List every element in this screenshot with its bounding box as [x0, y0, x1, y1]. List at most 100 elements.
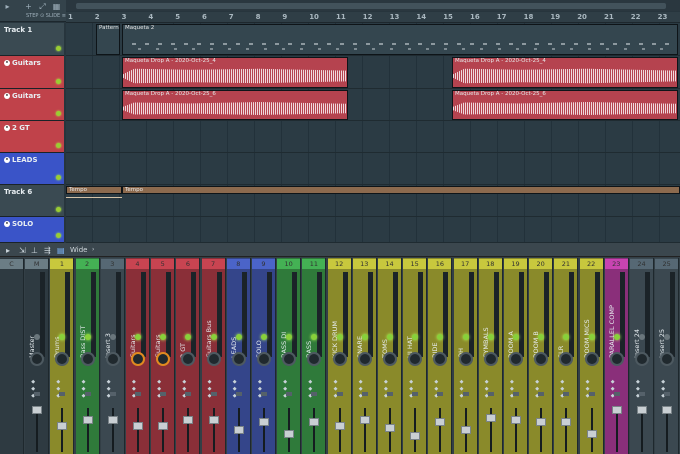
strip-name[interactable]: Insert 24 [633, 288, 651, 358]
volume-fader[interactable] [435, 418, 446, 426]
enable-led[interactable] [84, 334, 91, 340]
send-indicator[interactable] [513, 392, 519, 396]
route-arrows-icon[interactable]: ◆ ◆ ◆ [208, 379, 212, 400]
fader-track[interactable] [363, 408, 366, 452]
insert-icon[interactable]: ⊥ [31, 246, 38, 255]
strip-name[interactable]: SOLO [255, 288, 273, 358]
strip-name[interactable]: ROOM MICS [583, 288, 601, 358]
route-arrows-icon[interactable]: ◆ ◆ ◆ [384, 379, 388, 400]
pattern-clip-maqueta[interactable]: Maqueta 2 [122, 24, 678, 55]
mixer-strip[interactable]: C [0, 258, 24, 454]
pan-knob[interactable] [105, 352, 120, 366]
strip-name[interactable]: OH [457, 288, 475, 358]
volume-fader[interactable] [359, 416, 370, 424]
volume-fader[interactable] [208, 416, 219, 424]
send-indicator[interactable] [135, 392, 141, 396]
fader-track[interactable] [263, 408, 265, 452]
route-arrows-icon[interactable]: ◆ ◆ ◆ [233, 379, 237, 400]
fader-track[interactable] [86, 408, 89, 452]
volume-fader[interactable] [309, 418, 320, 426]
strip-name[interactable]: Drums [53, 288, 71, 358]
send-indicator[interactable] [210, 392, 217, 396]
volume-fader[interactable] [662, 406, 673, 414]
route-arrows-icon[interactable]: ◆ ◆ ◆ [485, 379, 489, 400]
horizontal-scrollbar[interactable] [66, 0, 680, 11]
strip-name[interactable]: TOMS [381, 288, 399, 358]
pan-knob[interactable] [609, 352, 624, 366]
enable-led[interactable] [462, 334, 469, 340]
mixer-strip[interactable]: 23 PARALLEL COMP ◆ ◆ ◆ [604, 258, 629, 454]
volume-fader[interactable] [107, 416, 118, 424]
fader-track[interactable] [212, 408, 215, 452]
route-arrows-icon[interactable]: ◆ ◆ ◆ [258, 379, 262, 400]
mixer-strip[interactable]: 11 BASS ◆ ◆ ◆ [302, 258, 327, 454]
volume-fader[interactable] [410, 432, 421, 440]
fader-track[interactable] [111, 408, 114, 452]
volume-fader[interactable] [133, 422, 143, 430]
link-icon[interactable]: ⇶ [44, 246, 51, 255]
fader-track[interactable] [540, 408, 543, 452]
enable-led[interactable] [613, 334, 620, 340]
mixer-strip[interactable]: 19 ROOM A ◆ ◆ ◆ [504, 258, 528, 454]
enable-led[interactable] [513, 334, 519, 340]
arrow-icon[interactable]: ▸ [6, 246, 10, 255]
send-indicator[interactable] [462, 392, 469, 396]
strip-name[interactable]: CYMBALS [482, 288, 500, 358]
fader-track[interactable] [565, 408, 568, 452]
add-icon[interactable]: + [24, 2, 33, 11]
mixer-strip[interactable]: 13 SNARE ◆ ◆ ◆ [352, 258, 377, 454]
pan-knob[interactable] [408, 352, 423, 366]
fader-track[interactable] [162, 408, 165, 452]
mixer-strip[interactable]: 6 2 GT ◆ ◆ ◆ [176, 258, 201, 454]
fader-track[interactable] [313, 408, 316, 452]
volume-fader[interactable] [485, 414, 496, 422]
enable-led[interactable] [487, 334, 494, 340]
route-arrows-icon[interactable]: ◆ ◆ ◆ [636, 379, 640, 400]
route-arrows-icon[interactable]: ◆ ◆ ◆ [560, 379, 564, 400]
volume-fader[interactable] [233, 426, 244, 434]
send-indicator[interactable] [160, 392, 167, 396]
pan-knob[interactable] [383, 352, 397, 366]
pan-knob[interactable] [483, 352, 498, 366]
send-indicator[interactable] [487, 392, 494, 396]
pan-knob[interactable] [282, 352, 297, 366]
route-arrows-icon[interactable]: ◆ ◆ ◆ [334, 379, 338, 400]
send-indicator[interactable] [109, 392, 116, 396]
track-header[interactable]: • Guitars [0, 89, 64, 121]
send-indicator[interactable] [664, 392, 671, 396]
pan-knob[interactable] [131, 352, 145, 366]
volume-fader[interactable] [511, 416, 521, 424]
send-indicator[interactable] [84, 392, 91, 396]
mixer-strip[interactable]: 17 OH ◆◆◆ [453, 258, 478, 454]
route-arrows-icon[interactable]: ◆ ◆ ◆ [586, 379, 590, 400]
strip-name[interactable]: ROOM B [532, 288, 550, 358]
resize-icon[interactable]: ⤢ [38, 2, 47, 11]
mixer-strip[interactable]: 10 BASS DI ◆ ◆ ◆ [277, 258, 302, 454]
lane-track-1[interactable]: Pattern Maqueta 2 [66, 23, 680, 56]
automation-clip[interactable]: Tempo [122, 186, 680, 194]
mixer-strip[interactable]: 14 TOMS ◆ ◆ ◆ [378, 258, 402, 454]
send-indicator[interactable] [286, 392, 293, 396]
audio-clip[interactable]: Maqueta Drop A - 2020-Oct-25_6 [122, 90, 348, 120]
pan-knob[interactable] [55, 352, 70, 366]
track-header[interactable]: • SOLO [0, 217, 64, 243]
mixer-strip[interactable]: M Master ◆ ◆ ◆ [25, 258, 50, 454]
fader-track[interactable] [187, 408, 190, 452]
strip-name[interactable]: SLR [557, 288, 575, 358]
route-arrows-icon[interactable]: ◆ ◆ ◆ [460, 379, 464, 400]
mixer-strip[interactable]: 12 KICK DRUM ◆ ◆ ◆ [327, 258, 352, 454]
layout-preset[interactable]: Wide [70, 246, 87, 254]
send-indicator[interactable] [639, 392, 645, 396]
mixer-strip[interactable]: 16 RIDE ◆ ◆ ◆ [428, 258, 453, 454]
route-arrows-icon[interactable]: ◆ ◆ ◆ [359, 379, 363, 400]
track-mute-led[interactable] [56, 46, 61, 51]
enable-led[interactable] [639, 334, 645, 340]
route-arrows-icon[interactable]: ◆ ◆ ◆ [661, 379, 665, 400]
mixer-strip[interactable]: 25 Insert 25 ◆ ◆ ◆ [655, 258, 680, 454]
track-mute-led[interactable] [56, 143, 61, 148]
pan-knob[interactable] [635, 352, 649, 366]
volume-fader[interactable] [536, 418, 547, 426]
strip-name[interactable]: ROOM A [507, 288, 525, 358]
strip-name[interactable]: RIDE [431, 288, 449, 358]
pan-knob[interactable] [231, 352, 246, 366]
